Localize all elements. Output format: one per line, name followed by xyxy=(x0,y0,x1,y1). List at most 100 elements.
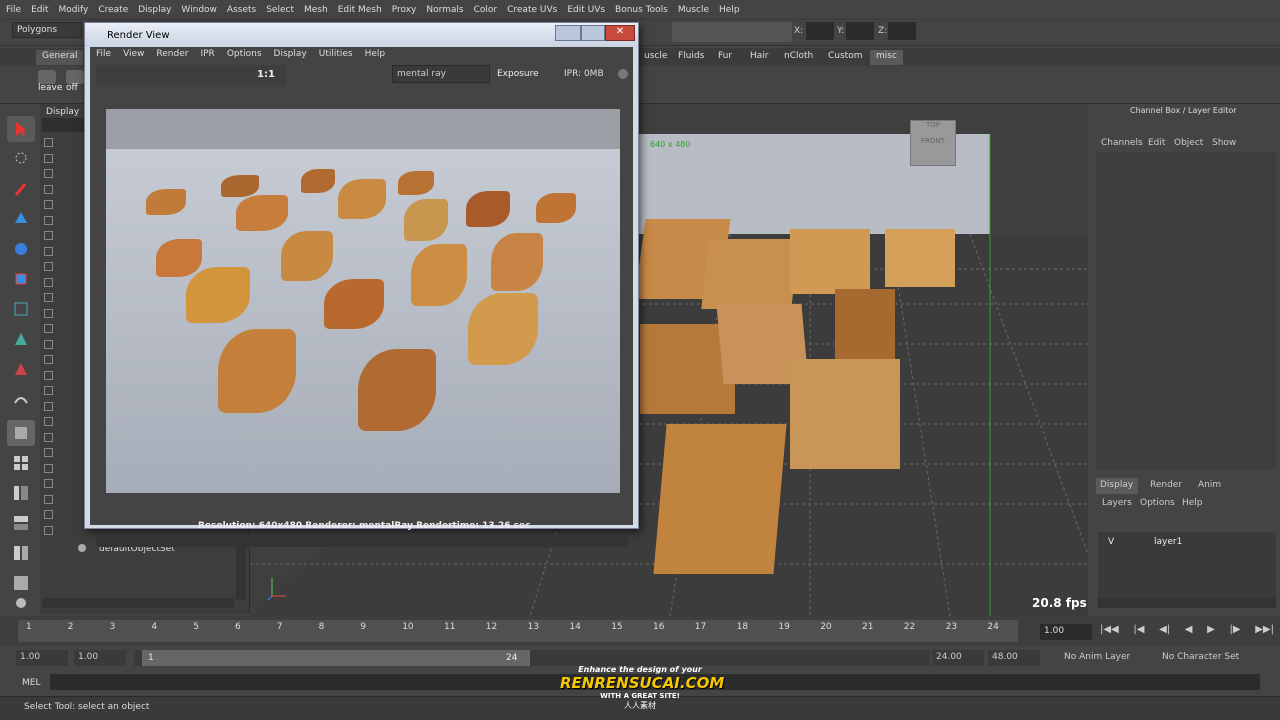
layer-visibility[interactable]: V xyxy=(1108,537,1114,547)
menu-edit-mesh[interactable]: Edit Mesh xyxy=(338,5,382,15)
render-icons[interactable] xyxy=(286,65,386,85)
expand-toggle-icon[interactable] xyxy=(44,370,53,380)
rotate-tool-icon[interactable] xyxy=(7,236,35,262)
layer-buttons[interactable] xyxy=(1192,514,1272,528)
range-handle[interactable]: 1 24 xyxy=(142,650,530,666)
step-back-icon[interactable]: |◀ xyxy=(1133,624,1144,640)
tab-muscle[interactable]: uscle xyxy=(638,50,673,65)
expand-toggle-icon[interactable] xyxy=(44,184,53,194)
range-track[interactable]: 1 24 xyxy=(134,650,930,666)
expand-toggle-icon[interactable] xyxy=(44,479,53,488)
rv-menu-help[interactable]: Help xyxy=(365,49,386,63)
last-tool-icon[interactable] xyxy=(7,356,35,382)
current-time-field[interactable]: 1.00 xyxy=(1040,624,1092,640)
leave-icon[interactable] xyxy=(38,70,56,84)
menu-normals[interactable]: Normals xyxy=(426,5,463,15)
expand-toggle-icon[interactable] xyxy=(44,153,53,163)
play-forward-icon[interactable]: ▶ xyxy=(1207,624,1215,640)
outliner-scrollbar[interactable] xyxy=(236,540,246,600)
start-time-field[interactable]: 1.00 xyxy=(16,650,68,666)
expand-toggle-icon[interactable] xyxy=(44,417,53,426)
expand-toggle-icon[interactable] xyxy=(44,525,53,535)
move-tool-icon[interactable] xyxy=(7,206,35,232)
x-field[interactable] xyxy=(806,22,834,40)
tab-general[interactable]: General xyxy=(36,50,84,65)
expand-toggle-icon[interactable] xyxy=(44,510,53,519)
end-time-field[interactable]: 48.00 xyxy=(988,650,1040,666)
layout-single-icon[interactable] xyxy=(7,420,35,446)
close-button[interactable]: ✕ xyxy=(605,25,635,41)
extra-tool-icon[interactable] xyxy=(7,590,35,616)
channel-icons[interactable] xyxy=(1232,118,1274,132)
paint-select-icon[interactable] xyxy=(7,176,35,202)
tab-misc[interactable]: misc xyxy=(870,50,903,65)
layers-menu[interactable]: Layers xyxy=(1102,498,1132,508)
menu-modify[interactable]: Modify xyxy=(59,5,89,15)
show-menu[interactable]: Show xyxy=(1212,138,1236,148)
off-icon[interactable] xyxy=(66,70,84,84)
sculpt-icon[interactable] xyxy=(7,386,35,412)
menu-color[interactable]: Color xyxy=(474,5,498,15)
expand-toggle-icon[interactable] xyxy=(44,169,53,178)
scale-tool-icon[interactable] xyxy=(7,266,35,292)
menu-set-dropdown[interactable]: Polygons xyxy=(12,22,82,38)
expand-toggle-icon[interactable] xyxy=(44,308,53,318)
tab-fur[interactable]: Fur xyxy=(712,50,738,65)
soft-mod-icon[interactable] xyxy=(7,326,35,352)
rv-menu-view[interactable]: View xyxy=(123,49,144,63)
viewport-icon[interactable] xyxy=(646,118,662,132)
anim-layer-dropdown[interactable]: No Anim Layer xyxy=(1058,650,1148,666)
renderer-dropdown[interactable]: mental ray xyxy=(392,65,490,83)
menu-assets[interactable]: Assets xyxy=(227,5,256,15)
expand-toggle-icon[interactable] xyxy=(44,200,53,209)
go-start-icon[interactable]: |◀◀ xyxy=(1100,624,1119,640)
outliner-hscroll[interactable] xyxy=(42,598,234,608)
menu-help[interactable]: Help xyxy=(719,5,740,15)
menu-mesh[interactable]: Mesh xyxy=(304,5,328,15)
layer-name[interactable]: layer1 xyxy=(1154,537,1182,547)
time-slider[interactable]: 1 2 3 4 5 6 7 8 9 10 11 12 13 14 15 16 17 18 19 20 21 22 23 24 … xyxy=(0,616,1280,646)
menu-edit[interactable]: Edit xyxy=(31,5,48,15)
rv-menu-file[interactable]: File xyxy=(96,49,111,63)
y-field[interactable] xyxy=(846,22,874,40)
expand-toggle-icon[interactable] xyxy=(44,355,53,364)
layer-hscroll[interactable] xyxy=(1098,598,1276,608)
character-set-dropdown[interactable]: No Character Set xyxy=(1158,650,1248,666)
menu-muscle[interactable]: Muscle xyxy=(678,5,709,15)
layout-four-icon[interactable] xyxy=(7,450,35,476)
layout-graph-icon[interactable] xyxy=(7,510,35,536)
rv-menu-options[interactable]: Options xyxy=(227,49,262,63)
rv-menu-ipr[interactable]: IPR xyxy=(200,49,214,63)
tab-fluids[interactable]: Fluids xyxy=(672,50,710,65)
channels-menu[interactable]: Channels xyxy=(1101,138,1143,148)
tab-hair[interactable]: Hair xyxy=(744,50,774,65)
tab-display[interactable]: Display xyxy=(1096,478,1138,494)
menu-bonus-tools[interactable]: Bonus Tools xyxy=(615,5,668,15)
maximize-button[interactable] xyxy=(581,25,605,41)
expand-toggle-icon[interactable] xyxy=(44,324,53,333)
rv-menu-render[interactable]: Render xyxy=(156,49,188,63)
manipulator-icon[interactable] xyxy=(7,296,35,322)
expand-toggle-icon[interactable] xyxy=(44,339,53,349)
rv-menu-utilities[interactable]: Utilities xyxy=(319,49,353,63)
render-buttons[interactable] xyxy=(672,22,792,42)
expand-toggle-icon[interactable] xyxy=(44,494,53,504)
layout-hypershade-icon[interactable] xyxy=(7,540,35,566)
play-back-icon[interactable]: ◀ xyxy=(1185,624,1193,640)
options-menu[interactable]: Options xyxy=(1140,498,1175,508)
menu-create-uvs[interactable]: Create UVs xyxy=(507,5,557,15)
tab-ncloth[interactable]: nCloth xyxy=(778,50,819,65)
object-menu[interactable]: Object xyxy=(1174,138,1203,148)
view-cube[interactable]: TOP FRONT xyxy=(910,120,956,166)
mel-label[interactable]: MEL xyxy=(22,678,40,688)
expand-toggle-icon[interactable] xyxy=(44,432,53,442)
lasso-tool-icon[interactable] xyxy=(7,146,35,172)
menu-edit-uvs[interactable]: Edit UVs xyxy=(567,5,605,15)
ratio-button[interactable]: 1:1 xyxy=(257,69,275,80)
outliner-display-menu[interactable]: Display xyxy=(46,107,79,117)
menu-file[interactable]: File xyxy=(6,5,21,15)
go-end-icon[interactable]: ▶▶| xyxy=(1255,624,1274,640)
expand-toggle-icon[interactable] xyxy=(44,246,53,256)
next-key-icon[interactable]: |▶ xyxy=(1229,624,1240,640)
z-field[interactable] xyxy=(888,22,916,40)
